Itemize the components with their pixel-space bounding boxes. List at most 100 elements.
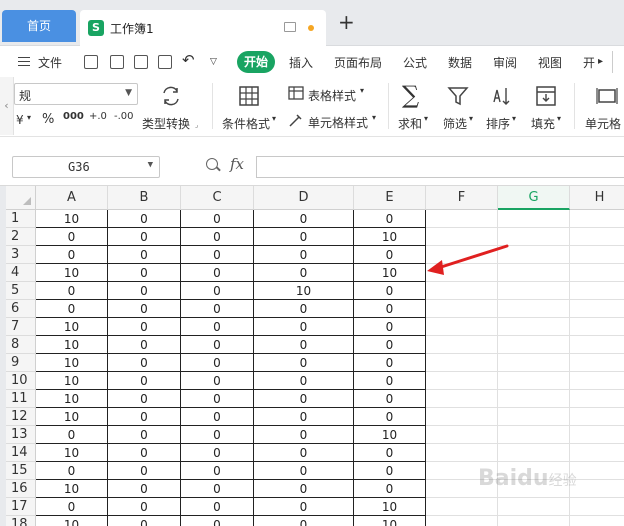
cell-e1[interactable]: 0 bbox=[354, 210, 426, 228]
conditional-format-button[interactable]: 条件格式 bbox=[222, 115, 270, 132]
cell-b8[interactable]: 0 bbox=[108, 336, 181, 354]
cell-a6[interactable]: 0 bbox=[36, 300, 108, 318]
cell-f3[interactable] bbox=[426, 246, 498, 264]
row-header[interactable]: 13 bbox=[6, 426, 36, 444]
cell-h3[interactable] bbox=[570, 246, 624, 264]
cell-d17[interactable]: 0 bbox=[254, 498, 354, 516]
cell-a3[interactable]: 0 bbox=[36, 246, 108, 264]
cell-h7[interactable] bbox=[570, 318, 624, 336]
cell-a12[interactable]: 10 bbox=[36, 408, 108, 426]
cell-h9[interactable] bbox=[570, 354, 624, 372]
row-header[interactable]: 16 bbox=[6, 480, 36, 498]
undo-icon[interactable]: ↶ bbox=[182, 51, 195, 69]
cell-g11[interactable] bbox=[498, 390, 570, 408]
cell-h17[interactable] bbox=[570, 498, 624, 516]
cell-c15[interactable]: 0 bbox=[181, 462, 254, 480]
tab-home[interactable]: 首页 bbox=[2, 10, 76, 42]
cell-h8[interactable] bbox=[570, 336, 624, 354]
column-header-d[interactable]: D bbox=[254, 186, 354, 210]
convert-type-button[interactable]: 类型转换 bbox=[142, 115, 190, 132]
cell-c18[interactable]: 0 bbox=[181, 516, 254, 526]
cell-g13[interactable] bbox=[498, 426, 570, 444]
cell-g8[interactable] bbox=[498, 336, 570, 354]
cell-a1[interactable]: 10 bbox=[36, 210, 108, 228]
cell-g7[interactable] bbox=[498, 318, 570, 336]
row-header[interactable]: 2 bbox=[6, 228, 36, 246]
cell-b2[interactable]: 0 bbox=[108, 228, 181, 246]
cell-a5[interactable]: 0 bbox=[36, 282, 108, 300]
thousands-separator-button[interactable]: 000 bbox=[63, 111, 84, 122]
more-chevron-icon[interactable]: ▽ bbox=[210, 57, 217, 67]
cell-c12[interactable]: 0 bbox=[181, 408, 254, 426]
cell-d2[interactable]: 0 bbox=[254, 228, 354, 246]
cell-d4[interactable]: 0 bbox=[254, 264, 354, 282]
cell-d8[interactable]: 0 bbox=[254, 336, 354, 354]
cell-e10[interactable]: 0 bbox=[354, 372, 426, 390]
row-header[interactable]: 8 bbox=[6, 336, 36, 354]
row-header[interactable]: 4 bbox=[6, 264, 36, 282]
cell-e2[interactable]: 10 bbox=[354, 228, 426, 246]
sort-button[interactable]: 排序 bbox=[486, 115, 510, 132]
ribbon-collapse-arrow-icon[interactable]: ‹ bbox=[0, 77, 14, 135]
cell-e18[interactable]: 10 bbox=[354, 516, 426, 526]
row-header[interactable]: 1 bbox=[6, 210, 36, 228]
menu-file[interactable]: 文件 bbox=[38, 54, 62, 71]
export-icon[interactable] bbox=[110, 55, 124, 69]
cell-d15[interactable]: 0 bbox=[254, 462, 354, 480]
percent-button[interactable]: % bbox=[42, 112, 54, 127]
cell-d9[interactable]: 0 bbox=[254, 354, 354, 372]
cell-f2[interactable] bbox=[426, 228, 498, 246]
row-header[interactable]: 11 bbox=[6, 390, 36, 408]
cell-c5[interactable]: 0 bbox=[181, 282, 254, 300]
cell-c8[interactable]: 0 bbox=[181, 336, 254, 354]
cell-b3[interactable]: 0 bbox=[108, 246, 181, 264]
cell-e7[interactable]: 0 bbox=[354, 318, 426, 336]
cell-f5[interactable] bbox=[426, 282, 498, 300]
tab-workbook[interactable]: S 工作簿1 bbox=[80, 10, 326, 46]
cell-b17[interactable]: 0 bbox=[108, 498, 181, 516]
row-header[interactable]: 10 bbox=[6, 372, 36, 390]
cell-c13[interactable]: 0 bbox=[181, 426, 254, 444]
cell-f13[interactable] bbox=[426, 426, 498, 444]
column-header-f[interactable]: F bbox=[426, 186, 498, 210]
cell-e4[interactable]: 10 bbox=[354, 264, 426, 282]
filter-button[interactable]: 筛选 bbox=[443, 115, 467, 132]
hamburger-icon[interactable] bbox=[18, 57, 30, 66]
menu-tab-page-layout[interactable]: 页面布局 bbox=[334, 54, 382, 71]
cell-b6[interactable]: 0 bbox=[108, 300, 181, 318]
row-header[interactable]: 3 bbox=[6, 246, 36, 264]
number-format-select[interactable]: 规 ▼ bbox=[14, 83, 138, 105]
menu-tab-review[interactable]: 审阅 bbox=[493, 54, 517, 71]
cell-h14[interactable] bbox=[570, 444, 624, 462]
cell-b5[interactable]: 0 bbox=[108, 282, 181, 300]
cell-a4[interactable]: 10 bbox=[36, 264, 108, 282]
fx-icon[interactable]: fx bbox=[230, 155, 244, 173]
cell-a17[interactable]: 0 bbox=[36, 498, 108, 516]
cell-d10[interactable]: 0 bbox=[254, 372, 354, 390]
cell-c9[interactable]: 0 bbox=[181, 354, 254, 372]
menu-tab-data[interactable]: 数据 bbox=[448, 54, 472, 71]
cell-g5[interactable] bbox=[498, 282, 570, 300]
cell-e6[interactable]: 0 bbox=[354, 300, 426, 318]
row-header[interactable]: 14 bbox=[6, 444, 36, 462]
cell-d11[interactable]: 0 bbox=[254, 390, 354, 408]
cell-g10[interactable] bbox=[498, 372, 570, 390]
row-header[interactable]: 17 bbox=[6, 498, 36, 516]
cell-c14[interactable]: 0 bbox=[181, 444, 254, 462]
cell-g18[interactable] bbox=[498, 516, 570, 526]
print-icon[interactable] bbox=[134, 55, 148, 69]
cell-g17[interactable] bbox=[498, 498, 570, 516]
cell-c16[interactable]: 0 bbox=[181, 480, 254, 498]
cell-e12[interactable]: 0 bbox=[354, 408, 426, 426]
cell-h16[interactable] bbox=[570, 480, 624, 498]
cell-c11[interactable]: 0 bbox=[181, 390, 254, 408]
cell-d6[interactable]: 0 bbox=[254, 300, 354, 318]
cell-f9[interactable] bbox=[426, 354, 498, 372]
cell-b13[interactable]: 0 bbox=[108, 426, 181, 444]
cell-h6[interactable] bbox=[570, 300, 624, 318]
row-header[interactable]: 9 bbox=[6, 354, 36, 372]
column-header-c[interactable]: C bbox=[181, 186, 254, 210]
cell-e17[interactable]: 10 bbox=[354, 498, 426, 516]
cell-f18[interactable] bbox=[426, 516, 498, 526]
cell-a9[interactable]: 10 bbox=[36, 354, 108, 372]
